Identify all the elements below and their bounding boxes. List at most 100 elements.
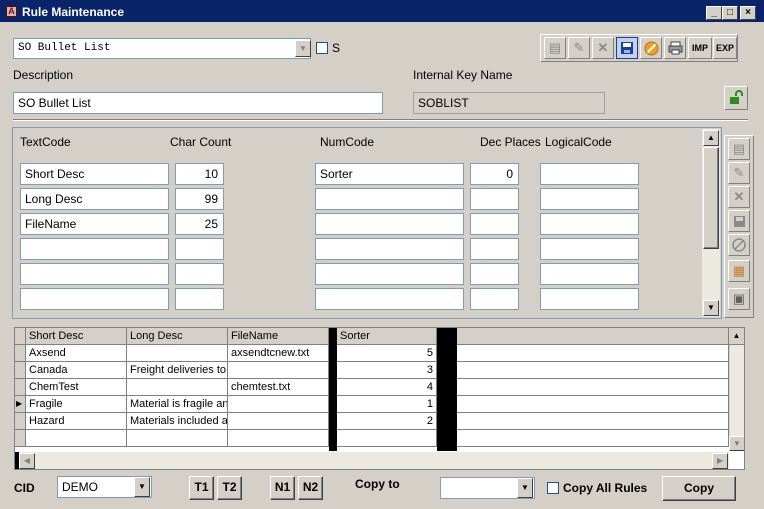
grid-scroll-right-button[interactable]: ▶ (712, 453, 728, 469)
logicalcode-input[interactable] (540, 238, 639, 260)
textcode-input[interactable]: Long Desc (20, 188, 169, 210)
scroll-thumb[interactable] (703, 147, 719, 249)
decplaces-input[interactable] (470, 213, 519, 235)
charcount-input[interactable] (175, 238, 224, 260)
grid-cell-short-desc[interactable] (26, 430, 127, 447)
charcount-input[interactable]: 10 (175, 163, 224, 185)
s-checkbox[interactable] (316, 42, 328, 54)
grid-cell-filename[interactable] (228, 413, 329, 430)
cancel-icon[interactable] (640, 37, 662, 59)
grid-cell-short-desc[interactable]: Fragile (26, 396, 127, 413)
column-header-sorter[interactable]: Sorter (337, 328, 437, 345)
rule-select-dropdown[interactable]: ▼ (295, 40, 311, 57)
grid-scroll-left-button[interactable]: ◀ (19, 453, 35, 469)
scroll-up-button[interactable]: ▲ (703, 130, 719, 146)
row-indicator[interactable] (15, 379, 26, 396)
decplaces-input[interactable]: 0 (470, 163, 519, 185)
print-icon[interactable] (664, 37, 686, 59)
n1-button[interactable]: N1 (270, 476, 295, 500)
logicalcode-input[interactable] (540, 188, 639, 210)
minimize-button[interactable]: _ (706, 6, 722, 20)
grid-scroll-down-button[interactable]: ▼ (729, 436, 744, 451)
grid-cell-filename[interactable]: chemtest.txt (228, 379, 329, 396)
delete-icon[interactable]: ✕ (592, 37, 614, 59)
textcode-input[interactable]: FileName (20, 213, 169, 235)
current-row-indicator[interactable]: ▶ (15, 396, 26, 413)
textcode-input[interactable] (20, 263, 169, 285)
grid-cell-short-desc[interactable]: Axsend (26, 345, 127, 362)
n2-button[interactable]: N2 (298, 476, 323, 500)
t2-button[interactable]: T2 (217, 476, 242, 500)
grid-cell-sorter[interactable] (337, 430, 437, 447)
grid-cell-long-desc[interactable]: Freight deliveries to C (127, 362, 228, 379)
grid-cell-sorter[interactable]: 5 (337, 345, 437, 362)
grid-cell-short-desc[interactable]: Hazard (26, 413, 127, 430)
copy-button[interactable]: Copy (662, 476, 736, 501)
copy-row-icon[interactable]: ▣ (728, 288, 750, 310)
charcount-input[interactable] (175, 263, 224, 285)
row-indicator[interactable] (15, 362, 26, 379)
decplaces-input[interactable] (470, 288, 519, 310)
charcount-input[interactable] (175, 288, 224, 310)
numcode-input[interactable] (315, 213, 464, 235)
close-button[interactable]: × (740, 6, 756, 20)
description-input[interactable]: SO Bullet List (13, 92, 383, 114)
grid-cell-long-desc[interactable]: Materials included ar (127, 413, 228, 430)
grid-cell-long-desc[interactable] (127, 345, 228, 362)
numcode-input[interactable] (315, 288, 464, 310)
logicalcode-input[interactable] (540, 213, 639, 235)
numcode-input[interactable] (315, 238, 464, 260)
grid-cell-long-desc[interactable]: Material is fragile and (127, 396, 228, 413)
grid-cell-filename[interactable]: axsendtcnew.txt (228, 345, 329, 362)
cancel-row-icon[interactable] (728, 234, 750, 256)
maximize-button[interactable]: □ (722, 6, 738, 20)
cid-select-dropdown[interactable]: ▼ (134, 477, 150, 497)
rules-grid[interactable]: Short Desc Long Desc FileName Sorter ▲ A… (14, 327, 745, 470)
numcode-input[interactable] (315, 263, 464, 285)
grid-cell-short-desc[interactable]: Canada (26, 362, 127, 379)
grid-horizontal-scrollbar[interactable] (15, 452, 729, 469)
row-indicator[interactable] (15, 345, 26, 362)
lock-button[interactable] (724, 86, 748, 110)
grid-cell-filename[interactable] (228, 362, 329, 379)
logicalcode-input[interactable] (540, 288, 639, 310)
new-icon[interactable]: ▤ (544, 37, 566, 59)
save-icon[interactable] (616, 37, 638, 59)
textcode-input[interactable] (20, 288, 169, 310)
row-indicator[interactable] (15, 430, 26, 447)
textcode-input[interactable]: Short Desc (20, 163, 169, 185)
grid-cell-short-desc[interactable]: ChemTest (26, 379, 127, 396)
decplaces-input[interactable] (470, 263, 519, 285)
save-row-icon[interactable] (728, 210, 750, 232)
decplaces-input[interactable] (470, 238, 519, 260)
grid-cell-long-desc[interactable] (127, 379, 228, 396)
copy-to-dropdown[interactable]: ▼ (517, 478, 533, 498)
column-header-short-desc[interactable]: Short Desc (26, 328, 127, 345)
edit-row-icon[interactable]: ✎ (728, 162, 750, 184)
column-splitter[interactable] (437, 328, 457, 451)
import-button[interactable]: IMP (688, 37, 712, 59)
delete-row-icon[interactable]: ✕ (728, 186, 750, 208)
textcode-input[interactable] (20, 238, 169, 260)
charcount-input[interactable]: 99 (175, 188, 224, 210)
grid-cell-long-desc[interactable] (127, 430, 228, 447)
grid-cell-filename[interactable] (228, 396, 329, 413)
grid-cell-sorter[interactable]: 2 (337, 413, 437, 430)
grid-cell-sorter[interactable]: 4 (337, 379, 437, 396)
t1-button[interactable]: T1 (189, 476, 214, 500)
add-row-icon[interactable]: ▤ (728, 138, 750, 160)
column-splitter[interactable] (329, 328, 337, 451)
grid-scroll-up-button[interactable]: ▲ (729, 328, 744, 345)
app-icon[interactable]: A (6, 6, 17, 17)
rule-select[interactable]: SO Bullet List (13, 38, 311, 59)
grid-cell-sorter[interactable]: 3 (337, 362, 437, 379)
decplaces-input[interactable] (470, 188, 519, 210)
export-button[interactable]: EXP (713, 37, 737, 59)
edit-icon[interactable]: ✎ (568, 37, 590, 59)
row-indicator[interactable] (15, 413, 26, 430)
scroll-down-button[interactable]: ▼ (703, 300, 719, 316)
charcount-input[interactable]: 25 (175, 213, 224, 235)
numcode-input[interactable]: Sorter (315, 163, 464, 185)
logicalcode-input[interactable] (540, 263, 639, 285)
print-row-icon[interactable]: ▦ (728, 260, 750, 282)
